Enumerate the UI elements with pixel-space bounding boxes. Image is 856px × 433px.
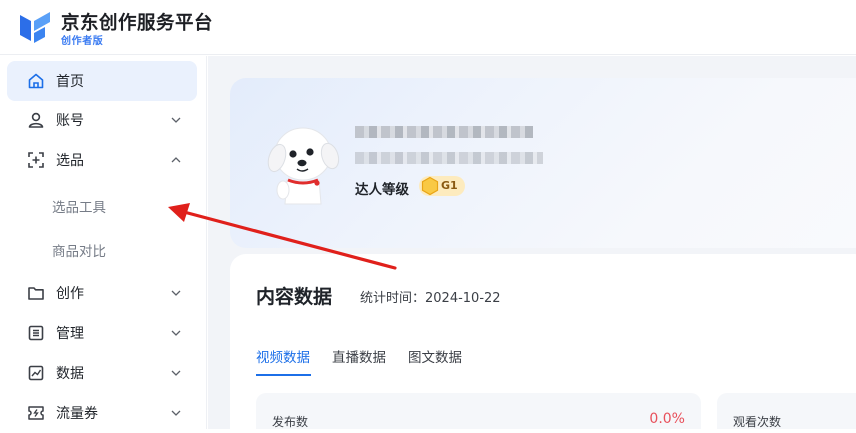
chevron-down-icon[interactable]	[170, 407, 182, 419]
active-tab-indicator	[256, 374, 311, 376]
sidebar-item-data[interactable]: 数据	[7, 353, 197, 393]
chevron-up-icon[interactable]	[170, 154, 182, 166]
sidebar-item-label: 创作	[56, 286, 84, 302]
tab-live-data[interactable]: 直播数据	[332, 346, 386, 366]
sidebar-subitem-label: 商品对比	[52, 244, 106, 260]
metric-label: 发布数	[272, 415, 309, 429]
metric-label: 观看次数	[733, 415, 782, 429]
sidebar-item-label: 数据	[56, 366, 84, 382]
level-badge[interactable]: G1	[419, 176, 465, 196]
sidebar-item-home[interactable]: 首页	[7, 61, 197, 101]
chevron-down-icon[interactable]	[170, 367, 182, 379]
chevron-down-icon[interactable]	[170, 327, 182, 339]
sidebar-item-label: 首页	[56, 74, 84, 90]
metric-change: 0.0%	[649, 411, 685, 427]
chart-icon	[28, 365, 44, 381]
jd-logo-icon[interactable]	[17, 9, 53, 45]
content-data-title: 内容数据	[256, 286, 333, 308]
sidebar-item-account[interactable]: 账号	[7, 100, 197, 140]
sidebar-item-manage[interactable]: 管理	[7, 313, 197, 353]
sidebar-item-label: 账号	[56, 113, 84, 129]
level-hexagon-icon	[421, 176, 439, 196]
home-icon	[28, 73, 44, 89]
list-icon	[28, 325, 44, 341]
brand-subtitle: 创作者版	[61, 36, 104, 47]
sidebar-subitem-selection-tool[interactable]: 选品工具	[7, 187, 197, 223]
ticket-icon	[28, 406, 44, 420]
select-icon	[28, 152, 44, 168]
sidebar-item-traffic-coupon[interactable]: 流量券	[7, 393, 197, 433]
blurred-account-info	[355, 152, 543, 164]
level-badge-text: G1	[441, 179, 458, 192]
sidebar-item-label: 流量券	[56, 406, 98, 422]
sidebar: 首页 账号 选品 选品工具 商品对比 创作 管理 数据 流量券	[0, 56, 207, 429]
blurred-username	[355, 126, 533, 138]
chevron-down-icon[interactable]	[170, 114, 182, 126]
sidebar-subitem-label: 选品工具	[52, 200, 106, 216]
tab-image-text-data[interactable]: 图文数据	[408, 346, 462, 366]
main-content: 达人等级 G1 内容数据 统计时间：2024-10-22 视频数据 直播数据 图…	[208, 56, 856, 429]
top-header: 京东创作服务平台 创作者版	[0, 0, 856, 55]
sidebar-item-selection[interactable]: 选品	[7, 140, 197, 180]
sidebar-item-label: 选品	[56, 153, 84, 169]
folder-icon	[28, 287, 44, 300]
content-data-card: 内容数据 统计时间：2024-10-22 视频数据 直播数据 图文数据 发布数 …	[230, 254, 856, 429]
sidebar-item-label: 管理	[56, 326, 84, 342]
profile-card: 达人等级 G1	[230, 78, 856, 248]
sidebar-item-create[interactable]: 创作	[7, 273, 197, 313]
talent-level-label: 达人等级	[355, 182, 409, 198]
chevron-down-icon[interactable]	[170, 287, 182, 299]
tab-video-data[interactable]: 视频数据	[256, 346, 310, 366]
user-icon	[28, 112, 44, 128]
sidebar-subitem-product-compare[interactable]: 商品对比	[7, 231, 197, 267]
joy-dog-avatar-icon[interactable]	[263, 116, 343, 206]
stat-time: 统计时间：2024-10-22	[360, 291, 501, 306]
metric-card-publish-count[interactable]: 发布数 0.0%	[256, 393, 701, 429]
metric-card-view-count[interactable]: 观看次数	[717, 393, 856, 429]
